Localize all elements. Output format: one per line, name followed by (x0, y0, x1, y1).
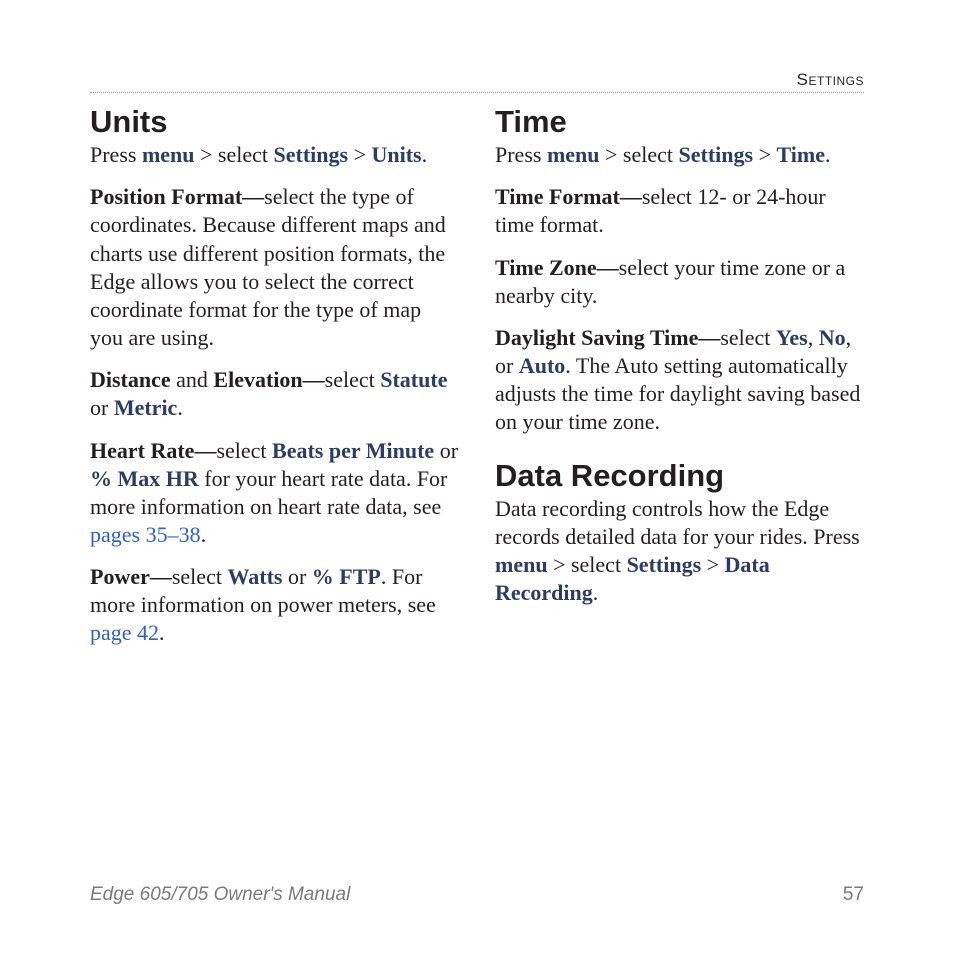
dash: — (698, 325, 720, 350)
dst-paragraph: Daylight Saving Time—select Yes, No, or … (495, 324, 864, 437)
position-format-label: Position Format (90, 184, 242, 209)
text: select (325, 367, 381, 392)
auto-option: Auto (519, 353, 565, 378)
settings-keyword: Settings (679, 142, 754, 167)
text: > (701, 552, 724, 577)
distance-label: Distance (90, 367, 171, 392)
power-label: Power (90, 564, 150, 589)
page: Settings Units Press menu > select Setti… (0, 0, 954, 954)
no-option: No (819, 325, 846, 350)
right-column: Time Press menu > select Settings > Time… (495, 105, 864, 662)
heart-rate-label: Heart Rate (90, 438, 194, 463)
statute-option: Statute (380, 367, 447, 392)
text: or (90, 395, 114, 420)
settings-keyword: Settings (274, 142, 349, 167)
menu-keyword: menu (142, 142, 195, 167)
page-footer: Edge 605/705 Owner's Manual 57 (90, 884, 864, 906)
dash: — (303, 367, 325, 392)
dash: — (242, 184, 264, 209)
power-paragraph: Power—select Watts or % FTP. For more in… (90, 563, 459, 647)
time-zone-label: Time Zone (495, 255, 597, 280)
text: > select (548, 552, 627, 577)
text: select (720, 325, 776, 350)
metric-option: Metric (114, 395, 178, 420)
text: . (825, 142, 831, 167)
time-zone-paragraph: Time Zone—select your time zone or a nea… (495, 254, 864, 310)
header-divider (90, 92, 864, 93)
menu-keyword: menu (547, 142, 600, 167)
text: or (434, 438, 458, 463)
dash: — (597, 255, 619, 280)
data-recording-paragraph: Data recording controls how the Edge rec… (495, 495, 864, 608)
watts-option: Watts (227, 564, 282, 589)
pages-35-38-link[interactable]: pages 35–38 (90, 522, 201, 547)
units-keyword: Units (372, 142, 422, 167)
dst-label: Daylight Saving Time (495, 325, 698, 350)
time-format-paragraph: Time Format—select 12- or 24-hour time f… (495, 183, 864, 239)
text: > select (600, 142, 679, 167)
text: , (808, 325, 819, 350)
text: > (348, 142, 371, 167)
text: Press (495, 142, 547, 167)
time-intro: Press menu > select Settings > Time. (495, 141, 864, 169)
text: . (422, 142, 428, 167)
dash: — (620, 184, 642, 209)
footer-title: Edge 605/705 Owner's Manual (90, 884, 350, 906)
bpm-option: Beats per Minute (272, 438, 434, 463)
elevation-label: Elevation (213, 367, 302, 392)
dash: — (194, 438, 216, 463)
text: Data recording controls how the Edge rec… (495, 496, 860, 549)
distance-elevation-paragraph: Distance and Elevation—select Statute or… (90, 366, 459, 422)
menu-keyword: menu (495, 552, 548, 577)
running-head: Settings (90, 70, 864, 92)
ftp-option: % FTP (312, 564, 381, 589)
units-intro: Press menu > select Settings > Units. (90, 141, 459, 169)
time-keyword: Time (777, 142, 825, 167)
left-column: Units Press menu > select Settings > Uni… (90, 105, 459, 662)
heart-rate-paragraph: Heart Rate—select Beats per Minute or % … (90, 437, 459, 550)
position-format-paragraph: Position Format—select the type of coord… (90, 183, 459, 352)
text: select (172, 564, 228, 589)
time-heading: Time (495, 105, 864, 139)
text: > select (195, 142, 274, 167)
yes-option: Yes (776, 325, 808, 350)
running-head-text: Settings (797, 70, 864, 89)
page-42-link[interactable]: page 42 (90, 620, 159, 645)
text: or (282, 564, 311, 589)
time-format-label: Time Format (495, 184, 620, 209)
text: . (201, 522, 207, 547)
content-columns: Units Press menu > select Settings > Uni… (90, 105, 864, 662)
dash: — (150, 564, 172, 589)
max-hr-option: % Max HR (90, 466, 199, 491)
text: and (171, 367, 214, 392)
data-recording-heading: Data Recording (495, 459, 864, 493)
text: > (753, 142, 776, 167)
settings-keyword: Settings (627, 552, 702, 577)
text: Press (90, 142, 142, 167)
text: . (159, 620, 165, 645)
text: . (593, 580, 599, 605)
units-heading: Units (90, 105, 459, 139)
text: . (177, 395, 183, 420)
page-number: 57 (843, 884, 864, 906)
text: select (216, 438, 272, 463)
